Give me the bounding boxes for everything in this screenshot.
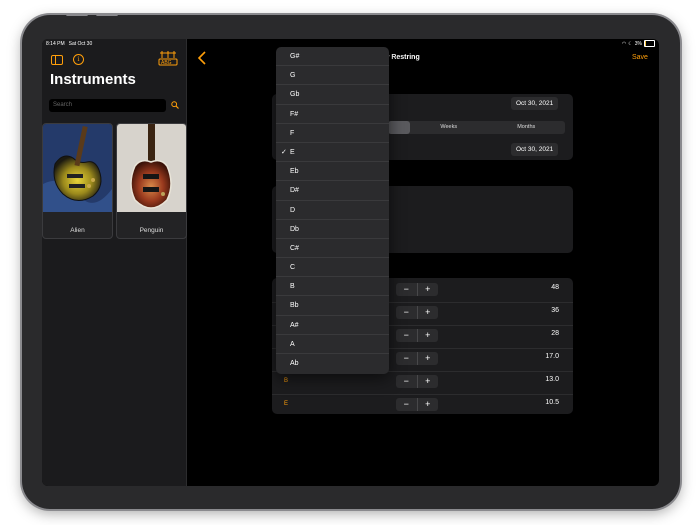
date-picker-start[interactable]: Oct 30, 2021 (511, 97, 559, 110)
app-logo-icon[interactable]: ABG (158, 50, 178, 66)
minus-icon[interactable]: − (396, 283, 417, 296)
volume-button-bottom (96, 13, 118, 16)
wifi-icon: ◠ (621, 40, 627, 47)
gauge-stepper[interactable]: − + (396, 398, 438, 411)
gauge-stepper[interactable]: − + (396, 329, 438, 342)
plus-icon[interactable]: + (418, 283, 439, 296)
menu-item-note[interactable]: F (276, 124, 389, 143)
sidebar-toggle-icon[interactable] (51, 54, 63, 65)
menu-item-note[interactable]: Ab (276, 354, 389, 373)
plus-icon[interactable]: + (418, 375, 439, 388)
checkmark-icon: ✓ (281, 148, 287, 156)
gauge-stepper[interactable]: − + (396, 283, 438, 296)
chevron-left-icon[interactable] (196, 50, 208, 66)
instrument-name: Penguin (139, 227, 164, 234)
string-note[interactable]: E (284, 401, 288, 407)
gauge-stepper[interactable]: − + (396, 352, 438, 365)
status-bar: 8:14 PM Sat Oct 30 (46, 41, 92, 47)
page-title: Instruments (50, 71, 136, 88)
minus-icon[interactable]: − (396, 398, 417, 411)
gauge-stepper[interactable]: − + (396, 375, 438, 388)
plus-icon[interactable]: + (418, 306, 439, 319)
interval-segmented-control[interactable]: Weeks Months (388, 121, 565, 134)
string-gauge: 48 (551, 284, 559, 291)
volume-button-top (66, 13, 88, 16)
segment-months[interactable]: Months (488, 121, 566, 134)
string-gauge: 10.5 (545, 399, 559, 406)
menu-item-note[interactable]: Db (276, 220, 389, 239)
string-gauge: 36 (551, 307, 559, 314)
menu-item-note[interactable]: G# (276, 47, 389, 67)
guitar-photo (43, 124, 112, 212)
status-indicators: ◠ ☾ 3% (622, 40, 655, 47)
save-button[interactable]: Save (632, 54, 648, 61)
menu-item-note[interactable]: C# (276, 239, 389, 259)
menu-item-note[interactable]: A# (276, 316, 389, 335)
instrument-card[interactable]: Penguin (116, 123, 187, 239)
gauge-stepper[interactable]: − + (396, 306, 438, 319)
note-dropdown-menu: G# G Gb F# F ✓ E Eb D# D Db C# C B Bb A# … (276, 47, 389, 374)
menu-item-note-selected[interactable]: ✓ E (276, 143, 389, 163)
battery-icon (644, 40, 655, 47)
plus-icon[interactable]: + (418, 398, 439, 411)
minus-icon[interactable]: − (396, 329, 417, 342)
info-icon[interactable]: i (73, 54, 84, 65)
menu-item-note[interactable]: D (276, 201, 389, 220)
status-time: 8:14 PM (46, 41, 65, 47)
menu-item-note[interactable]: Gb (276, 85, 389, 105)
string-gauge: 13.0 (545, 376, 559, 383)
search-icon[interactable] (171, 101, 179, 109)
instrument-name: Alien (70, 227, 85, 234)
menu-item-note[interactable]: C (276, 258, 389, 278)
svg-text:ABG: ABG (161, 60, 172, 66)
string-row: B − + 13.0 (272, 371, 573, 395)
plus-icon[interactable]: + (418, 329, 439, 342)
menu-item-note[interactable]: D# (276, 181, 389, 201)
instrument-card[interactable]: Alien (42, 123, 113, 239)
guitar-photo (117, 124, 186, 212)
menu-item-note[interactable]: Bb (276, 296, 389, 316)
menu-item-note[interactable]: F# (276, 105, 389, 124)
menu-item-note[interactable]: B (276, 277, 389, 297)
string-note[interactable]: B (284, 378, 288, 384)
battery-percent: 3% (634, 40, 642, 47)
menu-item-note[interactable]: Eb (276, 162, 389, 182)
segment-option[interactable] (388, 121, 410, 134)
search-input[interactable]: Search (49, 99, 166, 112)
string-gauge: 17.0 (545, 353, 559, 360)
menu-item-note[interactable]: A (276, 335, 389, 354)
string-row: E − + 10.5 (272, 394, 573, 417)
string-gauge: 28 (551, 330, 559, 337)
moon-icon: ☾ (628, 40, 633, 47)
date-picker-end[interactable]: Oct 30, 2021 (511, 143, 559, 156)
minus-icon[interactable]: − (396, 352, 417, 365)
sidebar: i ABG Instruments Search Alien Penguin (42, 39, 187, 486)
status-date: Sat Oct 30 (68, 41, 93, 47)
minus-icon[interactable]: − (396, 375, 417, 388)
plus-icon[interactable]: + (418, 352, 439, 365)
sidebar-toolbar: i (51, 54, 84, 65)
menu-item-note[interactable]: G (276, 66, 389, 86)
screen: 8:14 PM Sat Oct 30 ◠ ☾ 3% i ABG Instrumen… (42, 39, 659, 486)
minus-icon[interactable]: − (396, 306, 417, 319)
segment-weeks[interactable]: Weeks (410, 121, 488, 134)
